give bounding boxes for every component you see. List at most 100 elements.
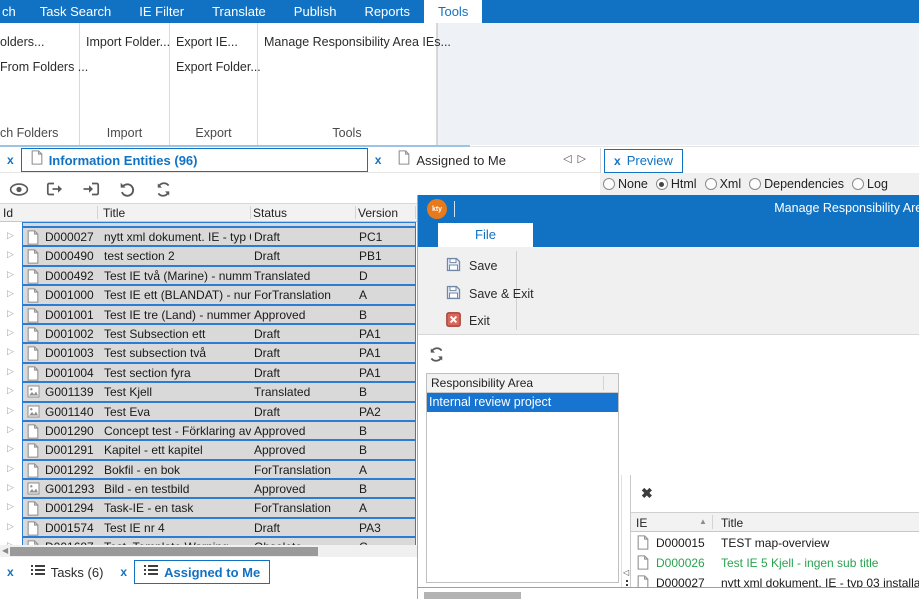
column-header-title[interactable]: Title [721,516,743,530]
row-expander-icon[interactable]: ▷ [7,443,14,454]
refresh-icon[interactable] [153,180,173,198]
ribbon-button-export-ie[interactable]: Export IE... [170,34,257,50]
ribbon-tab-translate[interactable]: Translate [198,0,280,23]
close-tab-icon[interactable]: x [375,153,382,167]
column-header-version[interactable]: Version [358,206,398,220]
ribbon-group-export: Export IE... Export Folder... Export [170,23,258,145]
ribbon-tab-publish[interactable]: Publish [280,0,351,23]
ribbon-button-import-folder[interactable]: Import Folder... [80,34,169,50]
export-icon[interactable] [45,180,65,198]
dialog-hscroll-thumb[interactable] [424,592,521,599]
table-row[interactable]: ▷D001003Test subsection tvåDraftPA1 [0,343,417,362]
close-tab-icon[interactable]: x [120,565,127,579]
refresh-icon[interactable] [426,345,446,363]
table-row[interactable]: ▷D000027nytt xml dokument. IE - typ 0...… [0,227,417,246]
ribbon-button-manage-responsibility-area-ies[interactable]: Manage Responsibility Area IEs... [258,34,436,50]
row-expander-icon[interactable]: ▷ [7,385,14,396]
row-expander-icon[interactable]: ▷ [7,249,14,260]
import-icon[interactable] [81,180,101,198]
close-tab-icon[interactable]: x [7,153,14,167]
cell-version: PA1 [359,346,381,360]
tab-assigned-to-me[interactable]: Assigned to Me [388,148,516,172]
dialog-ie-row[interactable]: D000026Test IE 5 Kjell - ingen sub title [631,553,919,573]
column-header-title[interactable]: Title [103,206,125,220]
ribbon-tab-tools[interactable]: Tools [424,0,482,23]
ribbon-tab-ie-filter[interactable]: IE Filter [125,0,198,23]
row-expander-icon[interactable]: ▷ [7,366,14,377]
dialog-ie-row[interactable]: D000015TEST map-overview [631,533,919,553]
row-expander-icon[interactable]: ▷ [7,230,14,241]
radio-log[interactable]: Log [852,177,888,191]
tab-scroll-right-icon[interactable]: ▷ [578,152,586,165]
table-row[interactable]: ▷D001294Task-IE - en taskForTranslationA [0,498,417,517]
table-row[interactable]: ▷D001291Kapitel - ett kapitelApprovedB [0,440,417,459]
row-expander-icon[interactable]: ▷ [7,482,14,493]
table-row[interactable]: ▷D001292Bokfil - en bokForTranslationA [0,460,417,479]
table-row[interactable]: ▷D001001Test IE tre (Land) - nummer 3App… [0,305,417,324]
table-row[interactable]: ▷D001574Test IE nr 4DraftPA3 [0,518,417,537]
row-expander-icon[interactable]: ▷ [7,501,14,512]
table-row[interactable]: ▷D001000Test IE ett (BLANDAT) - num...Fo… [0,285,417,304]
tab-tasks-6[interactable]: Tasks (6) [21,560,114,584]
table-row[interactable]: ▷D001002Test Subsection ettDraftPA1 [0,324,417,343]
table-row[interactable]: ▷D001004Test section fyraDraftPA1 [0,363,417,382]
panel-splitter[interactable]: ◁ ◁ [621,475,631,599]
file-tab[interactable]: File [438,223,533,247]
close-tab-icon[interactable]: x [7,565,14,579]
tab-information-entities-96[interactable]: Information Entities (96) [21,148,368,172]
view-eye-icon[interactable] [9,180,29,198]
close-tab-icon[interactable]: x [614,154,621,168]
button-label: Exit [469,314,490,328]
cell-status: Draft [254,346,280,360]
row-expander-icon[interactable]: ▷ [7,327,14,338]
scrollbar-thumb[interactable] [10,547,318,556]
responsibility-area-header[interactable]: Responsibility Area [427,374,618,393]
radio-xml[interactable]: Xml [705,177,742,191]
table-row[interactable]: ▷G001293Bild - en testbildApprovedB [0,479,417,498]
row-expander-icon[interactable]: ▷ [7,424,14,435]
table-row[interactable]: ▷D000492Test IE två (Marine) - numm...Tr… [0,266,417,285]
ribbon-button-from-folders[interactable]: From Folders ... [0,59,79,75]
row-expander-icon[interactable]: ▷ [7,346,14,357]
ribbon-tab-ch[interactable]: ch [0,0,26,23]
row-expander-icon[interactable]: ▷ [7,308,14,319]
row-expander-icon[interactable]: ▷ [7,521,14,532]
remove-ie-icon[interactable]: ✖ [641,485,653,502]
exit-button[interactable]: Exit [446,312,490,330]
undo-icon[interactable] [117,180,137,198]
tab-preview[interactable]: x Preview [604,149,683,173]
collapse-arrow-icon[interactable]: ◁ [623,568,629,577]
table-row[interactable]: ▷D001290Concept test - Förklaring av I..… [0,421,417,440]
column-header-ie[interactable]: IE [636,516,647,530]
radio-html[interactable]: Html [656,177,697,191]
cell-id: D000492 [45,269,94,283]
column-header-id[interactable]: Id [3,206,13,220]
table-row[interactable]: ▷G001139Test KjellTranslatedB [0,382,417,401]
ribbon-tab-reports[interactable]: Reports [350,0,424,23]
horizontal-scrollbar[interactable]: ◀ [0,545,417,557]
ribbon-button-export-folder[interactable]: Export Folder... [170,59,257,75]
column-divider [712,515,713,529]
ribbon-tab-task-search[interactable]: Task Search [26,0,126,23]
dialog-title-bar[interactable]: kty Manage Responsibility Area IEs [418,195,919,223]
ribbon-button-olders[interactable]: olders... [0,34,79,50]
ribbon-group-label: Export [170,126,257,140]
tab-assigned-to-me[interactable]: Assigned to Me [134,560,270,584]
row-expander-icon[interactable]: ▷ [7,463,14,474]
responsibility-area-item[interactable]: Internal review project [427,393,618,412]
table-row[interactable]: ▷D001687Test. Template WarningObsoleteC [0,537,417,545]
radio-dot-icon [749,178,761,190]
row-expander-icon[interactable]: ▷ [7,288,14,299]
table-row[interactable]: ▷G001140Test EvaDraftPA2 [0,402,417,421]
row-expander-icon[interactable]: ▷ [7,269,14,280]
tab-scroll-left-icon[interactable]: ◁ [563,152,571,165]
row-expander-icon[interactable]: ▷ [7,405,14,416]
table-row[interactable]: ▷D000490test section 2DraftPB1 [0,246,417,265]
exit-icon [446,312,461,330]
save-button[interactable]: Save [446,257,498,275]
save-exit-button[interactable]: Save & Exit [446,285,534,303]
scroll-left-arrow-icon[interactable]: ◀ [2,546,8,555]
radio-dependencies[interactable]: Dependencies [749,177,844,191]
radio-none[interactable]: None [603,177,648,191]
column-header-status[interactable]: Status [253,206,287,220]
